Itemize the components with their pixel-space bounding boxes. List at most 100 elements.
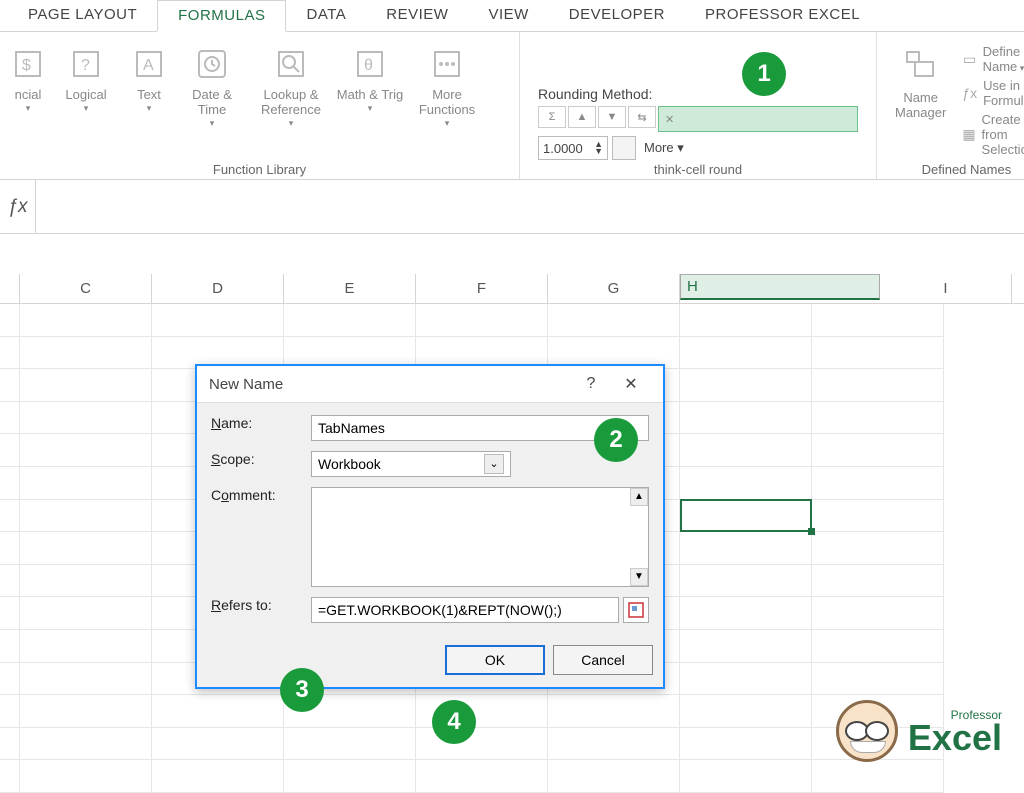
comment-input[interactable]: ▲▼: [311, 487, 649, 587]
col-D[interactable]: D: [152, 274, 284, 303]
cell[interactable]: [812, 597, 944, 630]
cell[interactable]: [548, 695, 680, 728]
cell[interactable]: [812, 760, 944, 793]
cell[interactable]: [680, 565, 812, 598]
cell[interactable]: [20, 728, 152, 761]
cell[interactable]: [284, 760, 416, 793]
cell[interactable]: [416, 304, 548, 337]
cell[interactable]: [812, 337, 944, 370]
use-in-formula-button[interactable]: ƒxUse in Formula: [962, 78, 1024, 108]
tab-professor-excel[interactable]: PROFESSOR EXCEL: [685, 0, 880, 31]
cell[interactable]: [680, 337, 812, 370]
define-name-button[interactable]: ▭Define Name: [962, 44, 1024, 74]
range-picker-icon[interactable]: [623, 597, 649, 623]
math-button[interactable]: θ Math & Trig: [336, 36, 404, 113]
round-opt-3[interactable]: ▼: [598, 106, 626, 128]
tab-formulas[interactable]: FORMULAS: [157, 0, 286, 32]
cell[interactable]: [812, 467, 944, 500]
cell[interactable]: [812, 402, 944, 435]
cell[interactable]: [152, 695, 284, 728]
cell[interactable]: [20, 434, 152, 467]
cell[interactable]: [680, 760, 812, 793]
logical-button[interactable]: ? Logical: [52, 36, 120, 113]
text-button[interactable]: A Text: [124, 36, 174, 113]
round-opt-5[interactable]: ✕: [658, 106, 858, 132]
cell[interactable]: [680, 728, 812, 761]
cell[interactable]: [812, 500, 944, 533]
scroll-up-icon[interactable]: ▲: [630, 488, 648, 506]
fill-handle[interactable]: [808, 528, 815, 535]
refers-input[interactable]: [311, 597, 619, 623]
dialog-close[interactable]: ✕: [611, 374, 651, 394]
lookup-button[interactable]: Lookup & Reference: [250, 36, 332, 128]
tab-data[interactable]: DATA: [286, 0, 366, 31]
name-manager-button[interactable]: Name Manager: [885, 36, 956, 160]
tab-page-layout[interactable]: PAGE LAYOUT: [8, 0, 157, 31]
more-functions-button[interactable]: More Functions: [408, 36, 486, 128]
create-from-selection-button[interactable]: ▦Create from Selection: [962, 112, 1024, 157]
cancel-button[interactable]: Cancel: [553, 645, 653, 675]
cell[interactable]: [680, 500, 812, 533]
cell[interactable]: [284, 304, 416, 337]
scroll-down-icon[interactable]: ▼: [630, 568, 648, 586]
cell[interactable]: [20, 695, 152, 728]
cell[interactable]: [680, 369, 812, 402]
rounding-apply-icon[interactable]: [612, 136, 636, 160]
col-H[interactable]: H: [680, 274, 880, 300]
cell[interactable]: [152, 304, 284, 337]
cell[interactable]: [680, 304, 812, 337]
cell[interactable]: [680, 434, 812, 467]
cell[interactable]: [680, 663, 812, 696]
cell[interactable]: [812, 532, 944, 565]
cell[interactable]: [20, 337, 152, 370]
tab-developer[interactable]: DEVELOPER: [549, 0, 685, 31]
cell[interactable]: [548, 304, 680, 337]
cell[interactable]: [20, 467, 152, 500]
cell[interactable]: [680, 695, 812, 728]
col-G[interactable]: G: [548, 274, 680, 303]
cell[interactable]: [812, 434, 944, 467]
datetime-button[interactable]: Date & Time: [178, 36, 246, 128]
cell[interactable]: [20, 663, 152, 696]
financial-button[interactable]: $ ncial: [8, 36, 48, 113]
cell[interactable]: [812, 304, 944, 337]
round-opt-1[interactable]: Σ: [538, 106, 566, 128]
scope-select[interactable]: Workbook⌄: [311, 451, 511, 477]
cell[interactable]: [152, 728, 284, 761]
col-I[interactable]: I: [880, 274, 1012, 303]
dialog-help[interactable]: ?: [571, 375, 611, 393]
cell[interactable]: [680, 630, 812, 663]
col-C[interactable]: C: [20, 274, 152, 303]
cell[interactable]: [812, 369, 944, 402]
cell[interactable]: [284, 728, 416, 761]
cell[interactable]: [416, 760, 548, 793]
cell[interactable]: [548, 760, 680, 793]
cell[interactable]: [152, 760, 284, 793]
cell[interactable]: [680, 402, 812, 435]
tab-view[interactable]: VIEW: [468, 0, 548, 31]
cell[interactable]: [20, 500, 152, 533]
cell[interactable]: [812, 630, 944, 663]
tab-review[interactable]: REVIEW: [366, 0, 468, 31]
round-opt-2[interactable]: ▲: [568, 106, 596, 128]
cell[interactable]: [20, 630, 152, 663]
cell[interactable]: [20, 760, 152, 793]
cell[interactable]: [20, 597, 152, 630]
cell[interactable]: [20, 565, 152, 598]
cell[interactable]: [20, 304, 152, 337]
ok-button[interactable]: OK: [445, 645, 545, 675]
cell[interactable]: [812, 663, 944, 696]
rounding-precision[interactable]: 1.0000▲▼: [538, 136, 608, 160]
cell[interactable]: [20, 402, 152, 435]
rounding-more[interactable]: More ▾: [640, 137, 688, 159]
cell[interactable]: [812, 565, 944, 598]
cell[interactable]: [548, 728, 680, 761]
fx-icon[interactable]: ƒx: [0, 180, 36, 233]
round-opt-4[interactable]: ⇆: [628, 106, 656, 128]
cell[interactable]: [20, 532, 152, 565]
col-E[interactable]: E: [284, 274, 416, 303]
cell[interactable]: [680, 467, 812, 500]
cell[interactable]: [20, 369, 152, 402]
col-F[interactable]: F: [416, 274, 548, 303]
cell[interactable]: [680, 532, 812, 565]
